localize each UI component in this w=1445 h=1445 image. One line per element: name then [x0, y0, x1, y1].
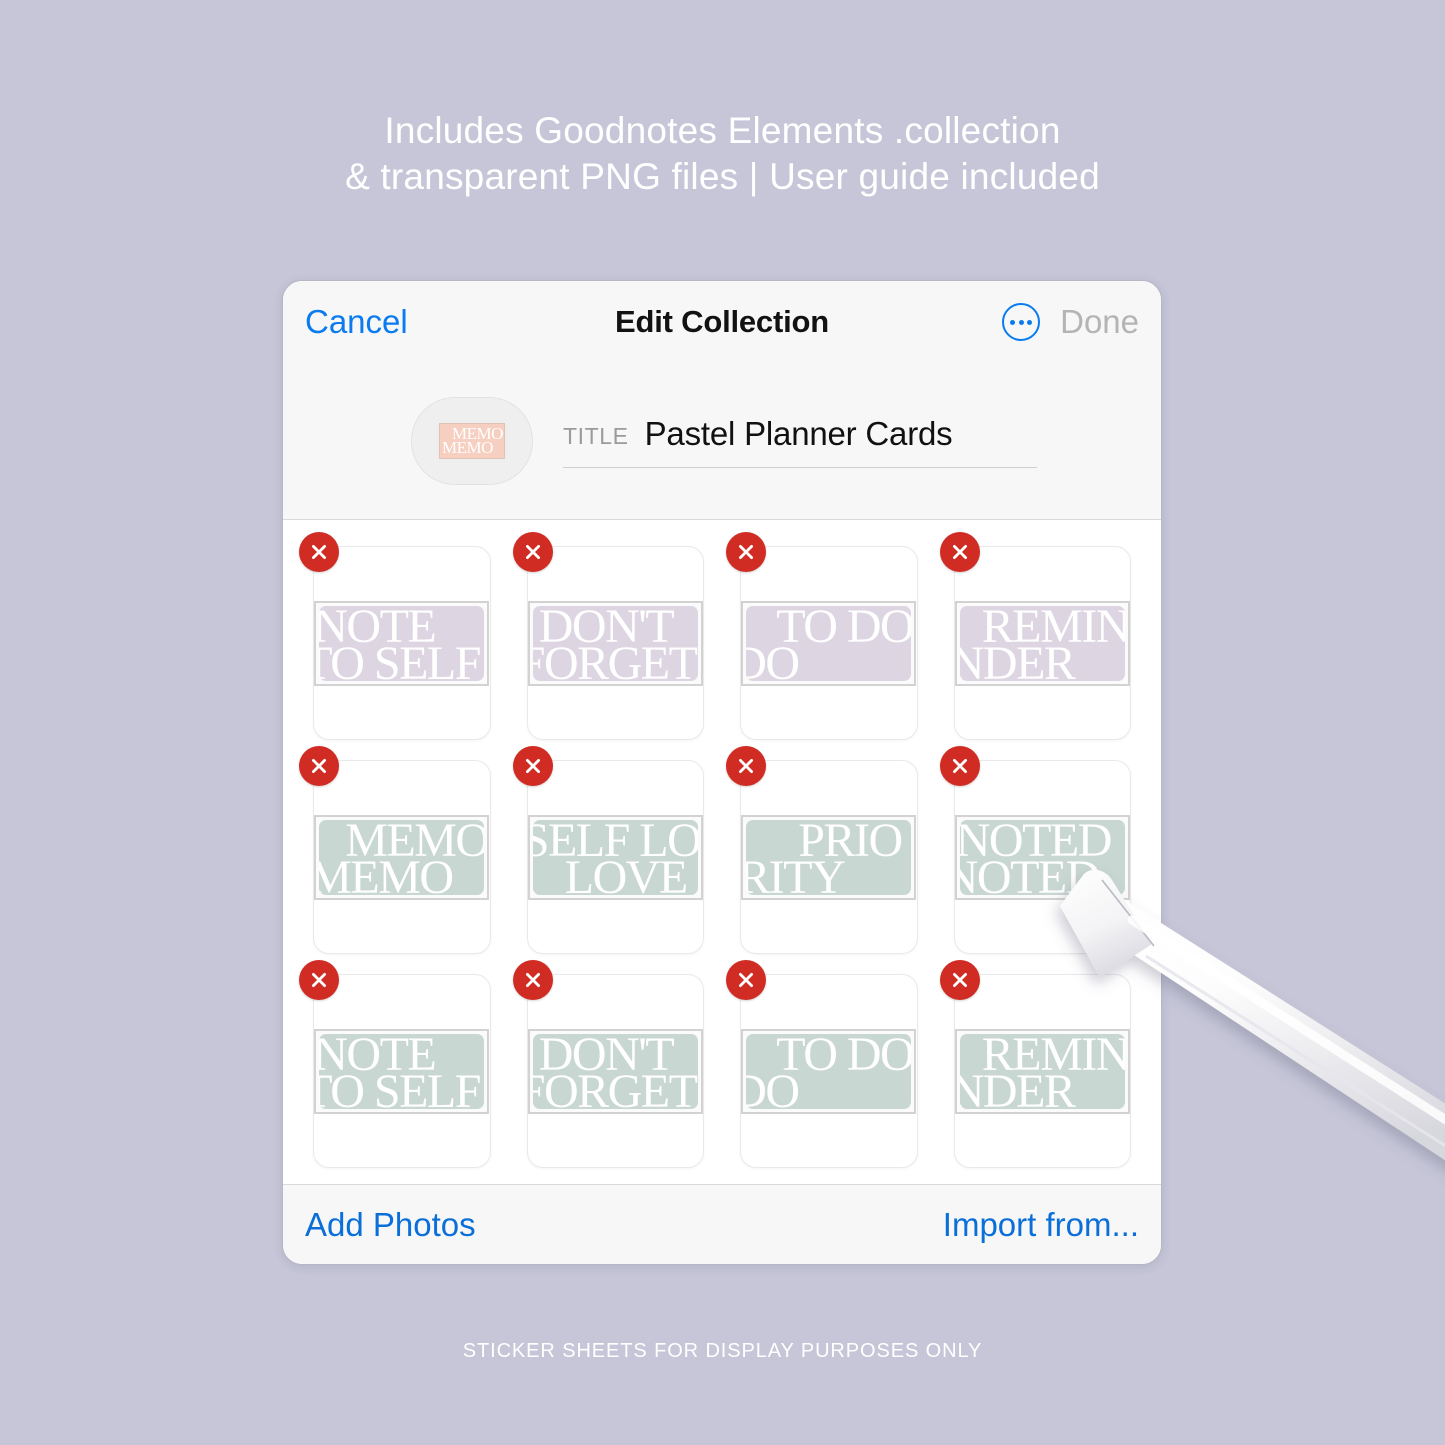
ellipsis-dot: [1027, 319, 1033, 325]
thumbnail-card: MEMO MEMO: [439, 423, 505, 459]
collection-title-section: MEMO MEMO TITLE Pastel Planner Cards: [283, 363, 1161, 520]
close-circle-icon[interactable]: [726, 746, 766, 786]
sticker-cell[interactable]: TO DODO: [724, 532, 934, 748]
import-from-button[interactable]: Import from...: [943, 1206, 1139, 1244]
sticker-frame: PRIO RITY: [741, 814, 917, 900]
sticker-line-2: FORGET: [532, 1064, 698, 1109]
close-circle-icon[interactable]: [726, 532, 766, 572]
close-circle-icon[interactable]: [939, 960, 980, 1000]
ellipsis-circle-icon[interactable]: [1002, 303, 1041, 341]
close-circle-icon[interactable]: [512, 746, 553, 786]
sticker-line-2: FORGET: [532, 636, 698, 681]
title-field[interactable]: TITLE Pastel Planner Cards: [563, 415, 1037, 468]
edit-collection-dialog: Cancel Edit Collection Done MEMO MEMO TI…: [282, 280, 1162, 1265]
sticker-image: REMIN NDER: [959, 605, 1125, 681]
sticker-line-2: MEMO: [319, 850, 454, 895]
sticker-frame: REMIN NDER: [954, 1028, 1130, 1114]
sticker-image: DON'T FORGET: [532, 605, 698, 681]
sticker-line-2: LOVE: [564, 850, 688, 895]
sticker-cell[interactable]: NOTEDNOTED: [938, 746, 1148, 962]
sticker-line-2: NDER: [959, 1064, 1076, 1109]
sticker-cell[interactable]: REMIN NDER: [938, 532, 1148, 748]
sticker-image: TO DODO: [746, 1033, 912, 1109]
sticker-frame: NOTEDNOTED: [954, 814, 1130, 900]
sticker-line-2: NOTED: [960, 850, 1101, 895]
collection-thumbnail[interactable]: MEMO MEMO: [411, 397, 533, 485]
dialog-navbar: Cancel Edit Collection Done: [283, 281, 1161, 363]
sticker-line-2: TO SELF: [319, 1064, 481, 1109]
navbar-right-group: Done: [1002, 303, 1139, 341]
close-circle-icon[interactable]: [726, 960, 766, 1000]
sticker-line-2: DO: [746, 636, 800, 681]
sticker-cell[interactable]: PRIO RITY: [724, 746, 934, 962]
dialog-bottombar: Add Photos Import from...: [283, 1184, 1161, 1264]
sticker-line-2: NDER: [959, 636, 1076, 681]
sticker-frame: SELF LO LOVE: [527, 814, 703, 900]
sticker-frame: DON'T FORGET: [527, 600, 703, 686]
sticker-image: NOTE TO SELF: [319, 1033, 485, 1109]
sticker-cell[interactable]: NOTE TO SELF: [297, 960, 507, 1176]
sticker-frame: DON'T FORGET: [527, 1028, 703, 1114]
sticker-image: NOTE TO SELF: [319, 605, 485, 681]
close-circle-icon[interactable]: [939, 746, 980, 786]
sticker-cell[interactable]: REMIN NDER: [938, 960, 1148, 1176]
sticker-image: MEMO MEMO: [319, 819, 485, 895]
close-circle-icon[interactable]: [512, 960, 553, 1000]
promo-line-2: & transparent PNG files | User guide inc…: [345, 156, 1100, 197]
sticker-image: REMIN NDER: [959, 1033, 1125, 1109]
promo-text: Includes Goodnotes Elements .collection …: [0, 108, 1445, 200]
title-input[interactable]: Pastel Planner Cards: [645, 415, 953, 453]
close-circle-icon[interactable]: [299, 746, 339, 786]
add-photos-button[interactable]: Add Photos: [305, 1206, 476, 1244]
sticker-image: NOTEDNOTED: [959, 819, 1125, 895]
sticker-cell[interactable]: MEMO MEMO: [297, 746, 507, 962]
sticker-frame: NOTE TO SELF: [314, 600, 490, 686]
ellipsis-dot: [1018, 319, 1024, 325]
sticker-image: PRIO RITY: [746, 819, 912, 895]
sticker-cell[interactable]: NOTE TO SELF: [297, 532, 507, 748]
sticker-line-2: RITY: [746, 850, 845, 895]
close-circle-icon[interactable]: [512, 532, 553, 572]
done-button[interactable]: Done: [1060, 303, 1139, 341]
sticker-line-2: TO SELF: [319, 636, 481, 681]
sticker-cell[interactable]: DON'T FORGET: [511, 532, 721, 748]
sticker-line-2: DO: [746, 1064, 800, 1109]
sticker-frame: REMIN NDER: [954, 600, 1130, 686]
sticker-frame: TO DODO: [741, 1028, 917, 1114]
close-circle-icon[interactable]: [299, 532, 339, 572]
sticker-image: SELF LO LOVE: [532, 819, 698, 895]
sticker-cell[interactable]: DON'T FORGET: [511, 960, 721, 1176]
sticker-cell[interactable]: TO DODO: [724, 960, 934, 1176]
sticker-frame: TO DODO: [741, 600, 917, 686]
sticker-image: DON'T FORGET: [532, 1033, 698, 1109]
close-circle-icon[interactable]: [299, 960, 339, 1000]
sticker-cell[interactable]: SELF LO LOVE: [511, 746, 721, 962]
close-circle-icon[interactable]: [939, 532, 980, 572]
sticker-frame: MEMO MEMO: [314, 814, 490, 900]
promo-line-1: Includes Goodnotes Elements .collection: [384, 110, 1061, 151]
sticker-frame: NOTE TO SELF: [314, 1028, 490, 1114]
sticker-grid: NOTETO SELF DON'TFORGET TO DODO REMINNDER ME…: [283, 520, 1161, 1184]
ellipsis-dot: [1010, 319, 1016, 325]
title-label: TITLE: [563, 422, 629, 449]
thumbnail-line-2: MEMO: [442, 438, 493, 457]
footer-disclaimer: STICKER SHEETS FOR DISPLAY PURPOSES ONLY: [462, 1340, 983, 1362]
sticker-image: TO DODO: [746, 605, 912, 681]
